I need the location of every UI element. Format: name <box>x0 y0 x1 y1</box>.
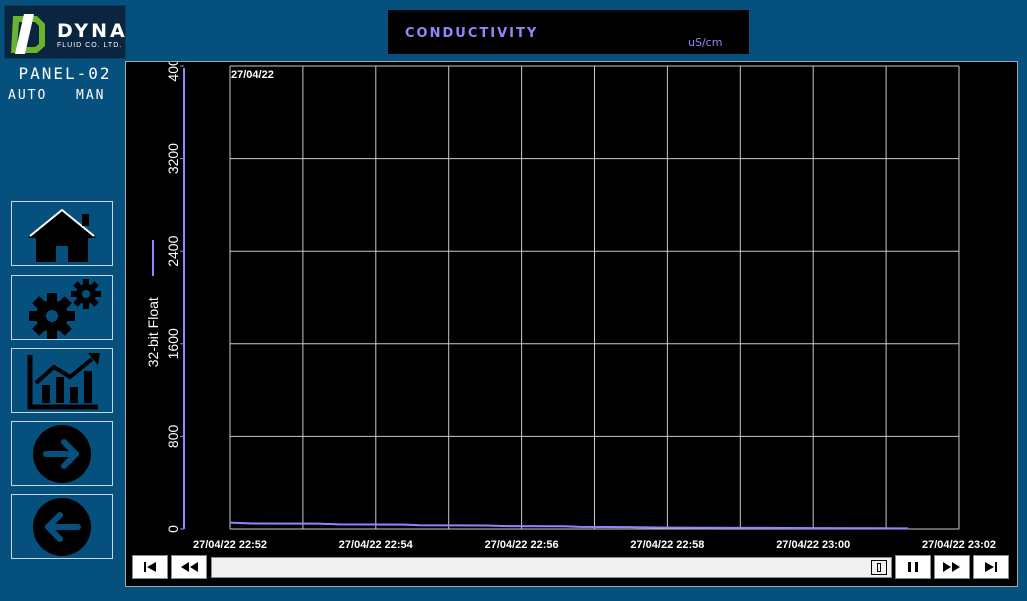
x-tick-label: 27/04/22 23:02 <box>922 539 996 551</box>
x-tick-label: 27/04/22 23:00 <box>776 539 850 551</box>
mode-man-button[interactable]: MAN <box>76 88 105 103</box>
logo-text: DYNA <box>57 20 128 42</box>
arrow-right-icon <box>33 425 91 483</box>
x-tick-label: 27/04/22 22:58 <box>630 539 704 551</box>
unit-label: uS/cm <box>688 36 723 49</box>
y-tick-label: 0 <box>165 525 181 533</box>
timeline-scrollbar[interactable] <box>211 557 892 578</box>
y-tick-label: 3200 <box>165 143 181 174</box>
logo-subtitle: FLUID CO. LTD. <box>57 42 123 49</box>
last-page-button[interactable] <box>973 555 1009 579</box>
panel-name: PANEL-02 <box>18 64 112 83</box>
back-screen-button[interactable] <box>11 494 113 559</box>
rewind-icon <box>181 562 198 572</box>
x-tick-label: 27/04/22 22:52 <box>193 539 267 551</box>
series-line <box>229 521 908 530</box>
gear-icon <box>29 279 101 339</box>
pause-icon <box>908 562 918 572</box>
chart-icon <box>27 353 100 410</box>
rewind-button[interactable] <box>171 555 207 579</box>
scrollbar-thumb[interactable] <box>871 560 887 575</box>
y-axis-label: 32-bit Float <box>145 297 161 367</box>
next-screen-button[interactable] <box>11 421 113 486</box>
home-button[interactable] <box>11 201 113 266</box>
arrow-left-icon <box>33 498 91 556</box>
y-tick-label: 800 <box>165 425 181 449</box>
last-page-icon <box>985 562 997 572</box>
y-tick-label: 4000 <box>165 62 181 82</box>
trend-chart-svg: 0 800 1600 2400 3200 4000 32-bit Float 27/04/22… <box>145 62 996 551</box>
trend-button[interactable] <box>11 348 113 413</box>
settings-button[interactable] <box>11 275 113 340</box>
first-page-button[interactable] <box>132 555 168 579</box>
x-tick-label: 27/04/22 22:54 <box>339 539 414 551</box>
title-box: CONDUCTIVITY uS/cm <box>388 10 749 54</box>
trend-chart: 0 800 1600 2400 3200 4000 32-bit Float 27/04/22… <box>125 61 1018 587</box>
y-tick-label: 2400 <box>165 235 181 266</box>
x-tick-label: 27/04/22 22:56 <box>485 539 559 551</box>
y-tick-label: 1600 <box>165 328 181 359</box>
fast-forward-icon <box>943 562 960 572</box>
mode-auto-button[interactable]: AUTO <box>8 88 47 103</box>
company-logo: DYNA FLUID CO. LTD. <box>4 5 126 59</box>
pause-button[interactable] <box>895 555 931 579</box>
fast-forward-button[interactable] <box>934 555 970 579</box>
first-page-icon <box>144 562 156 572</box>
page-title: CONDUCTIVITY <box>405 26 539 41</box>
home-icon <box>28 208 96 262</box>
chart-date-label: 27/04/22 <box>231 69 274 81</box>
